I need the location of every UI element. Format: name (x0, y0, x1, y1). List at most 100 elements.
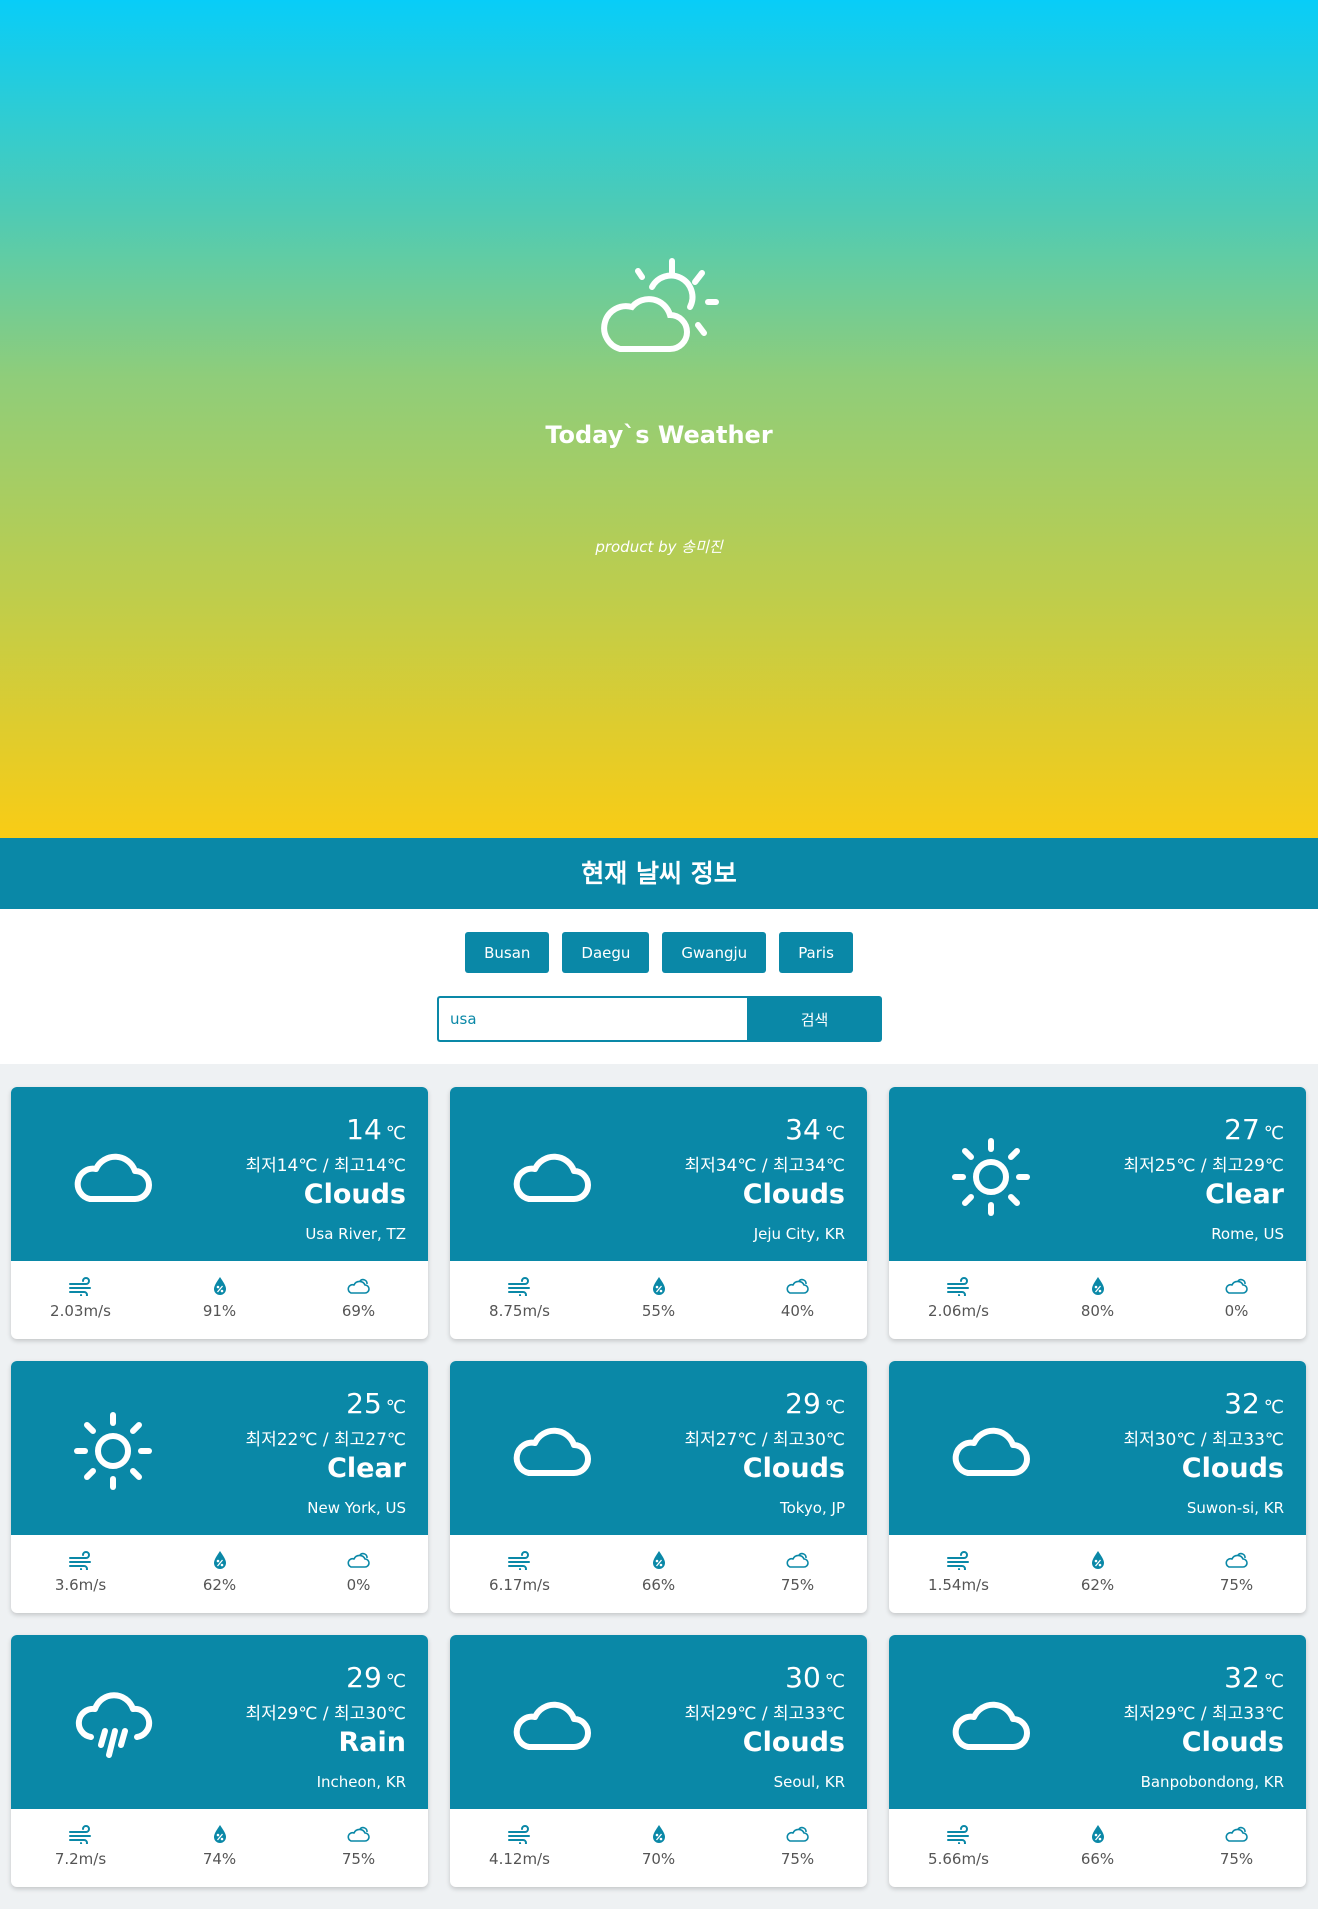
wind-stat: 5.66m/s (889, 1809, 1028, 1887)
cloudiness-stat: 75% (728, 1535, 867, 1613)
temperature-unit: ℃ (824, 1671, 845, 1692)
weather-card-header: 32 ℃ 최저29℃ / 최고33℃ Clouds Banpobondong, K… (889, 1635, 1306, 1809)
weather-card: 27 ℃ 최저25℃ / 최고29℃ Clear Rome, US 2.06m/s… (889, 1087, 1306, 1339)
location-name: Banpobondong, KR (1140, 1773, 1284, 1791)
weather-description: Rain (338, 1727, 407, 1758)
cloud-icon (73, 1137, 153, 1217)
cloudiness-icon (785, 1278, 809, 1294)
cloudiness-value: 75% (1219, 1850, 1254, 1868)
weather-card: 30 ℃ 최저29℃ / 최고33℃ Clouds Seoul, KR 4.12m… (450, 1635, 867, 1887)
temperature: 32 ℃ (1224, 1661, 1284, 1694)
humidity-stat: 66% (589, 1535, 728, 1613)
temperature-range: 최저29℃ / 최고33℃ (684, 1704, 845, 1724)
weather-card-header: 32 ℃ 최저30℃ / 최고33℃ Clouds Suwon-si, KR (889, 1361, 1306, 1535)
temperature-unit: ℃ (1263, 1397, 1284, 1418)
cloudiness-stat: 69% (289, 1261, 428, 1339)
weather-description: Clouds (742, 1179, 845, 1210)
wind-stat: 7.2m/s (11, 1809, 150, 1887)
cloudiness-value: 69% (341, 1302, 376, 1320)
cloudiness-icon (346, 1826, 370, 1842)
weather-card-header: 29 ℃ 최저29℃ / 최고30℃ Rain Incheon, KR (11, 1635, 428, 1809)
temperature-value: 29 (785, 1387, 821, 1420)
location-name: Incheon, KR (316, 1773, 406, 1791)
wind-speed: 2.03m/s (50, 1302, 111, 1320)
search-button[interactable]: 검색 (747, 996, 882, 1042)
temperature-value: 30 (785, 1661, 821, 1694)
humidity-icon (1091, 1277, 1104, 1295)
wind-stat: 1.54m/s (889, 1535, 1028, 1613)
temperature-range: 최저22℃ / 최고27℃ (245, 1430, 406, 1450)
weather-card-stats: 2.06m/s 80% 0% (889, 1261, 1306, 1339)
cloudiness-icon (785, 1826, 809, 1842)
humidity-stat: 80% (1028, 1261, 1167, 1339)
weather-card-header: 29 ℃ 최저27℃ / 최고30℃ Clouds Tokyo, JP (450, 1361, 867, 1535)
city-button-gwangju[interactable]: Gwangju (662, 932, 767, 973)
weather-card: 25 ℃ 최저22℃ / 최고27℃ Clear New York, US 3.6… (11, 1361, 428, 1613)
weather-card: 29 ℃ 최저27℃ / 최고30℃ Clouds Tokyo, JP 6.17m… (450, 1361, 867, 1613)
hero-title: Today`s Weather (545, 421, 773, 449)
city-button-daegu[interactable]: Daegu (562, 932, 650, 973)
weather-card-header: 30 ℃ 최저29℃ / 최고33℃ Clouds Seoul, KR (450, 1635, 867, 1809)
humidity-value: 62% (202, 1576, 237, 1594)
weather-card-header: 14 ℃ 최저14℃ / 최고14℃ Clouds Usa River, TZ (11, 1087, 428, 1261)
temperature: 32 ℃ (1224, 1387, 1284, 1420)
location-name: Jeju City, KR (753, 1225, 845, 1243)
cloudiness-icon (1224, 1826, 1248, 1842)
wind-speed: 8.75m/s (489, 1302, 550, 1320)
temperature: 34 ℃ (785, 1113, 845, 1146)
temperature-range: 최저30℃ / 최고33℃ (1123, 1430, 1284, 1450)
temperature-unit: ℃ (385, 1123, 406, 1144)
sun-icon (73, 1411, 153, 1491)
wind-stat: 6.17m/s (450, 1535, 589, 1613)
wind-icon (507, 1551, 530, 1570)
weather-description: Clouds (742, 1727, 845, 1758)
wind-icon (68, 1825, 91, 1844)
weather-card-grid: 14 ℃ 최저14℃ / 최고14℃ Clouds Usa River, TZ 2… (11, 1087, 1308, 1887)
temperature-unit: ℃ (1263, 1671, 1284, 1692)
wind-speed: 4.12m/s (489, 1850, 550, 1868)
city-button-busan[interactable]: Busan (465, 932, 550, 973)
wind-speed: 6.17m/s (489, 1576, 550, 1594)
temperature: 14 ℃ (346, 1113, 406, 1146)
cloudiness-value: 75% (780, 1576, 815, 1594)
temperature-value: 34 (785, 1113, 821, 1146)
weather-card-stats: 6.17m/s 66% 75% (450, 1535, 867, 1613)
humidity-icon (652, 1551, 665, 1569)
sun-icon (951, 1137, 1031, 1217)
temperature: 27 ℃ (1224, 1113, 1284, 1146)
temperature-value: 32 (1224, 1661, 1260, 1694)
weather-card: 32 ℃ 최저29℃ / 최고33℃ Clouds Banpobondong, K… (889, 1635, 1306, 1887)
temperature: 29 ℃ (785, 1387, 845, 1420)
weather-description: Clear (1205, 1179, 1284, 1210)
location-name: New York, US (307, 1499, 406, 1517)
cloudiness-icon (1224, 1552, 1248, 1568)
wind-icon (68, 1277, 91, 1296)
temperature: 30 ℃ (785, 1661, 845, 1694)
cloud-icon (512, 1137, 592, 1217)
weather-card: 14 ℃ 최저14℃ / 최고14℃ Clouds Usa River, TZ 2… (11, 1087, 428, 1339)
partly-sunny-icon (601, 258, 719, 352)
cloudiness-stat: 75% (289, 1809, 428, 1887)
humidity-icon (213, 1825, 226, 1843)
wind-stat: 2.03m/s (11, 1261, 150, 1339)
humidity-icon (652, 1825, 665, 1843)
cloudiness-icon (346, 1278, 370, 1294)
search-input[interactable] (437, 996, 747, 1042)
temperature-unit: ℃ (1263, 1123, 1284, 1144)
cloudiness-value: 75% (341, 1850, 376, 1868)
weather-description: Clouds (1181, 1727, 1284, 1758)
humidity-value: 91% (202, 1302, 237, 1320)
humidity-stat: 62% (1028, 1535, 1167, 1613)
cloudiness-stat: 0% (1167, 1261, 1306, 1339)
humidity-icon (652, 1277, 665, 1295)
weather-card-header: 25 ℃ 최저22℃ / 최고27℃ Clear New York, US (11, 1361, 428, 1535)
cloudiness-stat: 75% (1167, 1809, 1306, 1887)
cloudiness-stat: 75% (728, 1809, 867, 1887)
wind-speed: 3.6m/s (54, 1576, 107, 1594)
weather-card-stats: 3.6m/s 62% 0% (11, 1535, 428, 1613)
wind-stat: 3.6m/s (11, 1535, 150, 1613)
cloud-icon (512, 1411, 592, 1491)
temperature-value: 27 (1224, 1113, 1260, 1146)
cloudiness-icon (785, 1552, 809, 1568)
city-button-paris[interactable]: Paris (779, 932, 853, 973)
